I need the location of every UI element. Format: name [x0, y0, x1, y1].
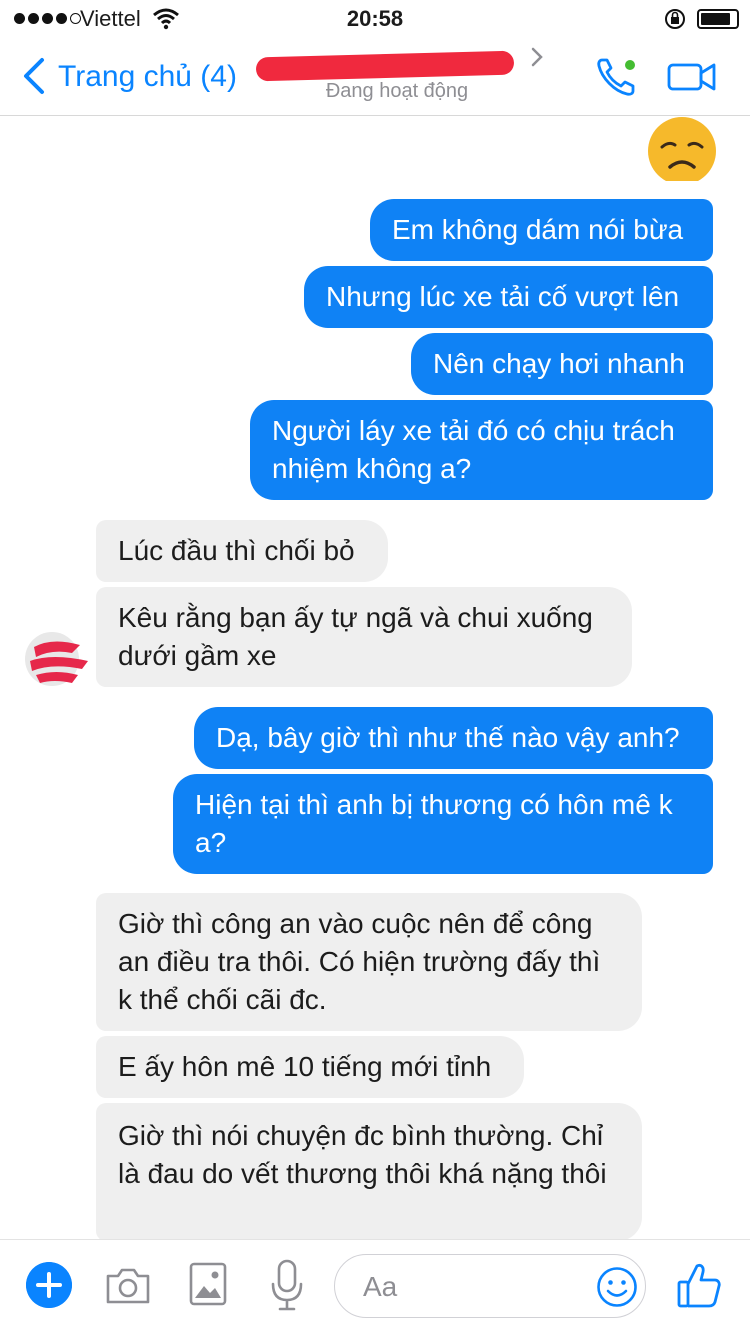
phone-call-icon[interactable]	[594, 54, 640, 100]
emoji-icon[interactable]	[596, 1266, 638, 1308]
contact-name[interactable]	[255, 48, 516, 84]
incoming-message[interactable]: E ấy hôn mê 10 tiếng mới tỉnh	[96, 1036, 524, 1098]
microphone-icon[interactable]	[270, 1258, 304, 1312]
clock: 20:58	[346, 6, 404, 31]
conversation-header: Trang chủ (4) Đang hoạt động	[0, 38, 750, 116]
photo-gallery-icon[interactable]	[188, 1260, 228, 1308]
incoming-message[interactable]: Giờ thì nói chuyện đc bình thường. Chỉ l…	[96, 1103, 642, 1239]
video-call-icon[interactable]	[667, 60, 717, 94]
outgoing-message[interactable]: Em không dám nói bừa	[370, 199, 713, 261]
outgoing-message[interactable]: Nhưng lúc xe tải cố vượt lên	[304, 266, 713, 328]
chevron-right-icon[interactable]	[530, 46, 544, 68]
outgoing-message[interactable]: Dạ, bây giờ thì như thế nào vậy anh?	[194, 707, 713, 769]
battery-icon	[697, 9, 739, 29]
outgoing-message[interactable]: Nên chạy hơi nhanh	[411, 333, 713, 395]
outgoing-message[interactable]: Người láy xe tải đó có chịu trách nhiệm …	[250, 400, 713, 500]
sad-face-sticker-icon	[648, 117, 716, 181]
contact-avatar[interactable]	[22, 629, 92, 689]
outgoing-message[interactable]: Hiện tại thì anh bị thương có hôn mê k a…	[173, 774, 713, 874]
status-bar: Viettel 20:58	[0, 0, 750, 38]
redaction-mark	[255, 50, 515, 82]
incoming-message[interactable]: Kêu rằng bạn ấy tự ngã và chui xuống dướ…	[96, 587, 632, 687]
thumbs-up-icon[interactable]	[676, 1260, 722, 1310]
plus-icon[interactable]	[26, 1262, 72, 1308]
camera-icon[interactable]	[104, 1264, 152, 1308]
message-thread[interactable]: Em không dám nói bừa Nhưng lúc xe tải cố…	[0, 117, 750, 1239]
message-composer: Aa	[0, 1239, 750, 1333]
rotation-lock-icon	[665, 9, 685, 29]
incoming-message[interactable]: Giờ thì công an vào cuộc nên để công an …	[96, 893, 642, 1031]
message-input-placeholder: Aa	[363, 1271, 398, 1302]
incoming-message[interactable]: Lúc đầu thì chối bỏ	[96, 520, 388, 582]
